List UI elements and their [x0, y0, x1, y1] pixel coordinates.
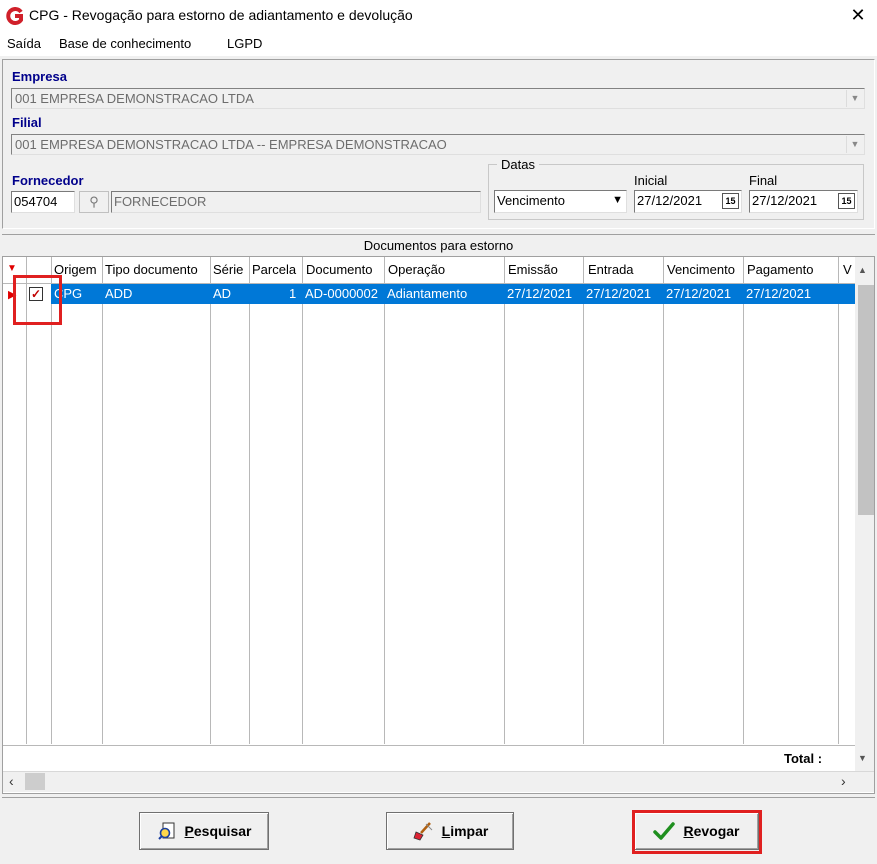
- scroll-left-icon[interactable]: ‹: [9, 773, 14, 789]
- vertical-scroll-thumb[interactable]: [858, 285, 874, 515]
- final-date-input[interactable]: 27/12/2021 15: [749, 190, 858, 213]
- filial-value: 001 EMPRESA DEMONSTRACAO LTDA -- EMPRESA…: [15, 137, 447, 152]
- filial-select[interactable]: 001 EMPRESA DEMONSTRACAO LTDA -- EMPRESA…: [11, 134, 865, 155]
- cell-documento: AD-0000002: [305, 286, 378, 301]
- datas-type-value: Vencimento: [497, 193, 565, 208]
- cell-pagamento: 27/12/2021: [746, 286, 812, 301]
- close-button[interactable]: ✕: [846, 4, 870, 26]
- scroll-down-icon[interactable]: ▼: [858, 753, 867, 763]
- col-header-operacao[interactable]: Operação: [388, 259, 445, 283]
- cell-emissao: 27/12/2021: [507, 286, 573, 301]
- fornecedor-name-field: FORNECEDOR: [111, 191, 481, 213]
- total-label: Total :: [784, 751, 823, 766]
- pesquisar-label: esquisar: [193, 823, 252, 839]
- fornecedor-code-input[interactable]: 054704: [11, 191, 75, 213]
- pesquisar-button[interactable]: Pesquisar: [139, 812, 269, 850]
- fornecedor-label: Fornecedor: [12, 173, 84, 188]
- horizontal-scroll-thumb[interactable]: [25, 773, 45, 790]
- eraser-broom-icon: [413, 822, 433, 841]
- cell-operacao: Adiantamento: [387, 286, 468, 301]
- chevron-down-icon[interactable]: ▼: [612, 194, 623, 206]
- divider: [2, 797, 875, 798]
- empresa-label: Empresa: [12, 69, 67, 84]
- col-header-serie[interactable]: Série: [213, 259, 243, 283]
- calendar-icon[interactable]: 15: [838, 193, 855, 209]
- revogar-highlight-annotation: [632, 810, 762, 854]
- cell-serie: AD: [213, 286, 232, 301]
- binoculars-search-icon[interactable]: ⚲: [79, 191, 109, 213]
- col-header-tipo-documento[interactable]: Tipo documento: [105, 259, 198, 283]
- datas-legend: Datas: [497, 157, 539, 172]
- menu-lgpd[interactable]: LGPD: [227, 36, 262, 51]
- calendar-icon[interactable]: 15: [722, 193, 739, 209]
- final-date-value: 27/12/2021: [752, 193, 818, 208]
- horizontal-scrollbar[interactable]: [3, 771, 874, 792]
- limpar-mnemonic: L: [441, 823, 451, 839]
- final-label: Final: [749, 173, 778, 188]
- empresa-select[interactable]: 001 EMPRESA DEMONSTRACAO LTDA ▼: [11, 88, 865, 109]
- sort-indicator-icon: ▼: [7, 263, 17, 274]
- inicial-date-value: 27/12/2021: [637, 193, 703, 208]
- cell-entrada: 27/12/2021: [586, 286, 652, 301]
- filial-label: Filial: [12, 115, 42, 130]
- pesquisar-mnemonic: P: [184, 823, 194, 839]
- menu-saida[interactable]: Saída: [7, 36, 41, 51]
- search-document-icon: [157, 822, 175, 840]
- chevron-down-icon[interactable]: ▼: [846, 136, 863, 153]
- datas-type-select[interactable]: Vencimento ▼: [494, 190, 627, 213]
- col-header-pagamento[interactable]: Pagamento: [747, 259, 814, 283]
- col-header-parcela[interactable]: Parcela: [252, 259, 296, 283]
- col-header-emissao[interactable]: Emissão: [508, 259, 558, 283]
- documents-grid[interactable]: ▼ Origem Tipo documento Série Parcela Do…: [2, 256, 875, 794]
- total-row: [3, 745, 855, 771]
- scroll-up-icon[interactable]: ▲: [858, 265, 867, 275]
- checkbox-highlight-annotation: [13, 275, 62, 325]
- grid-caption: Documentos para estorno: [2, 234, 875, 256]
- inicial-date-input[interactable]: 27/12/2021 15: [634, 190, 742, 213]
- col-header-documento[interactable]: Documento: [306, 259, 372, 283]
- menu-bar: Saída Base de conhecimento LGPD: [0, 32, 877, 56]
- cell-tipo: ADD: [105, 286, 133, 301]
- inicial-label: Inicial: [634, 173, 668, 188]
- cell-parcela: 1: [289, 286, 297, 301]
- window-title: CPG - Revogação para estorno de adiantam…: [29, 7, 413, 23]
- empresa-value: 001 EMPRESA DEMONSTRACAO LTDA: [15, 91, 254, 106]
- col-header-entrada[interactable]: Entrada: [588, 259, 634, 283]
- limpar-button[interactable]: Limpar: [386, 812, 514, 850]
- col-header-valor[interactable]: V: [843, 259, 855, 283]
- cell-vencimento: 27/12/2021: [666, 286, 732, 301]
- chevron-down-icon[interactable]: ▼: [846, 90, 863, 107]
- scroll-right-icon[interactable]: ›: [841, 773, 846, 789]
- title-bar: CPG - Revogação para estorno de adiantam…: [0, 0, 877, 32]
- col-header-vencimento[interactable]: Vencimento: [667, 259, 735, 283]
- menu-base-conhecimento[interactable]: Base de conhecimento: [59, 36, 191, 51]
- limpar-label: impar: [450, 823, 489, 839]
- app-logo-icon: [6, 7, 23, 25]
